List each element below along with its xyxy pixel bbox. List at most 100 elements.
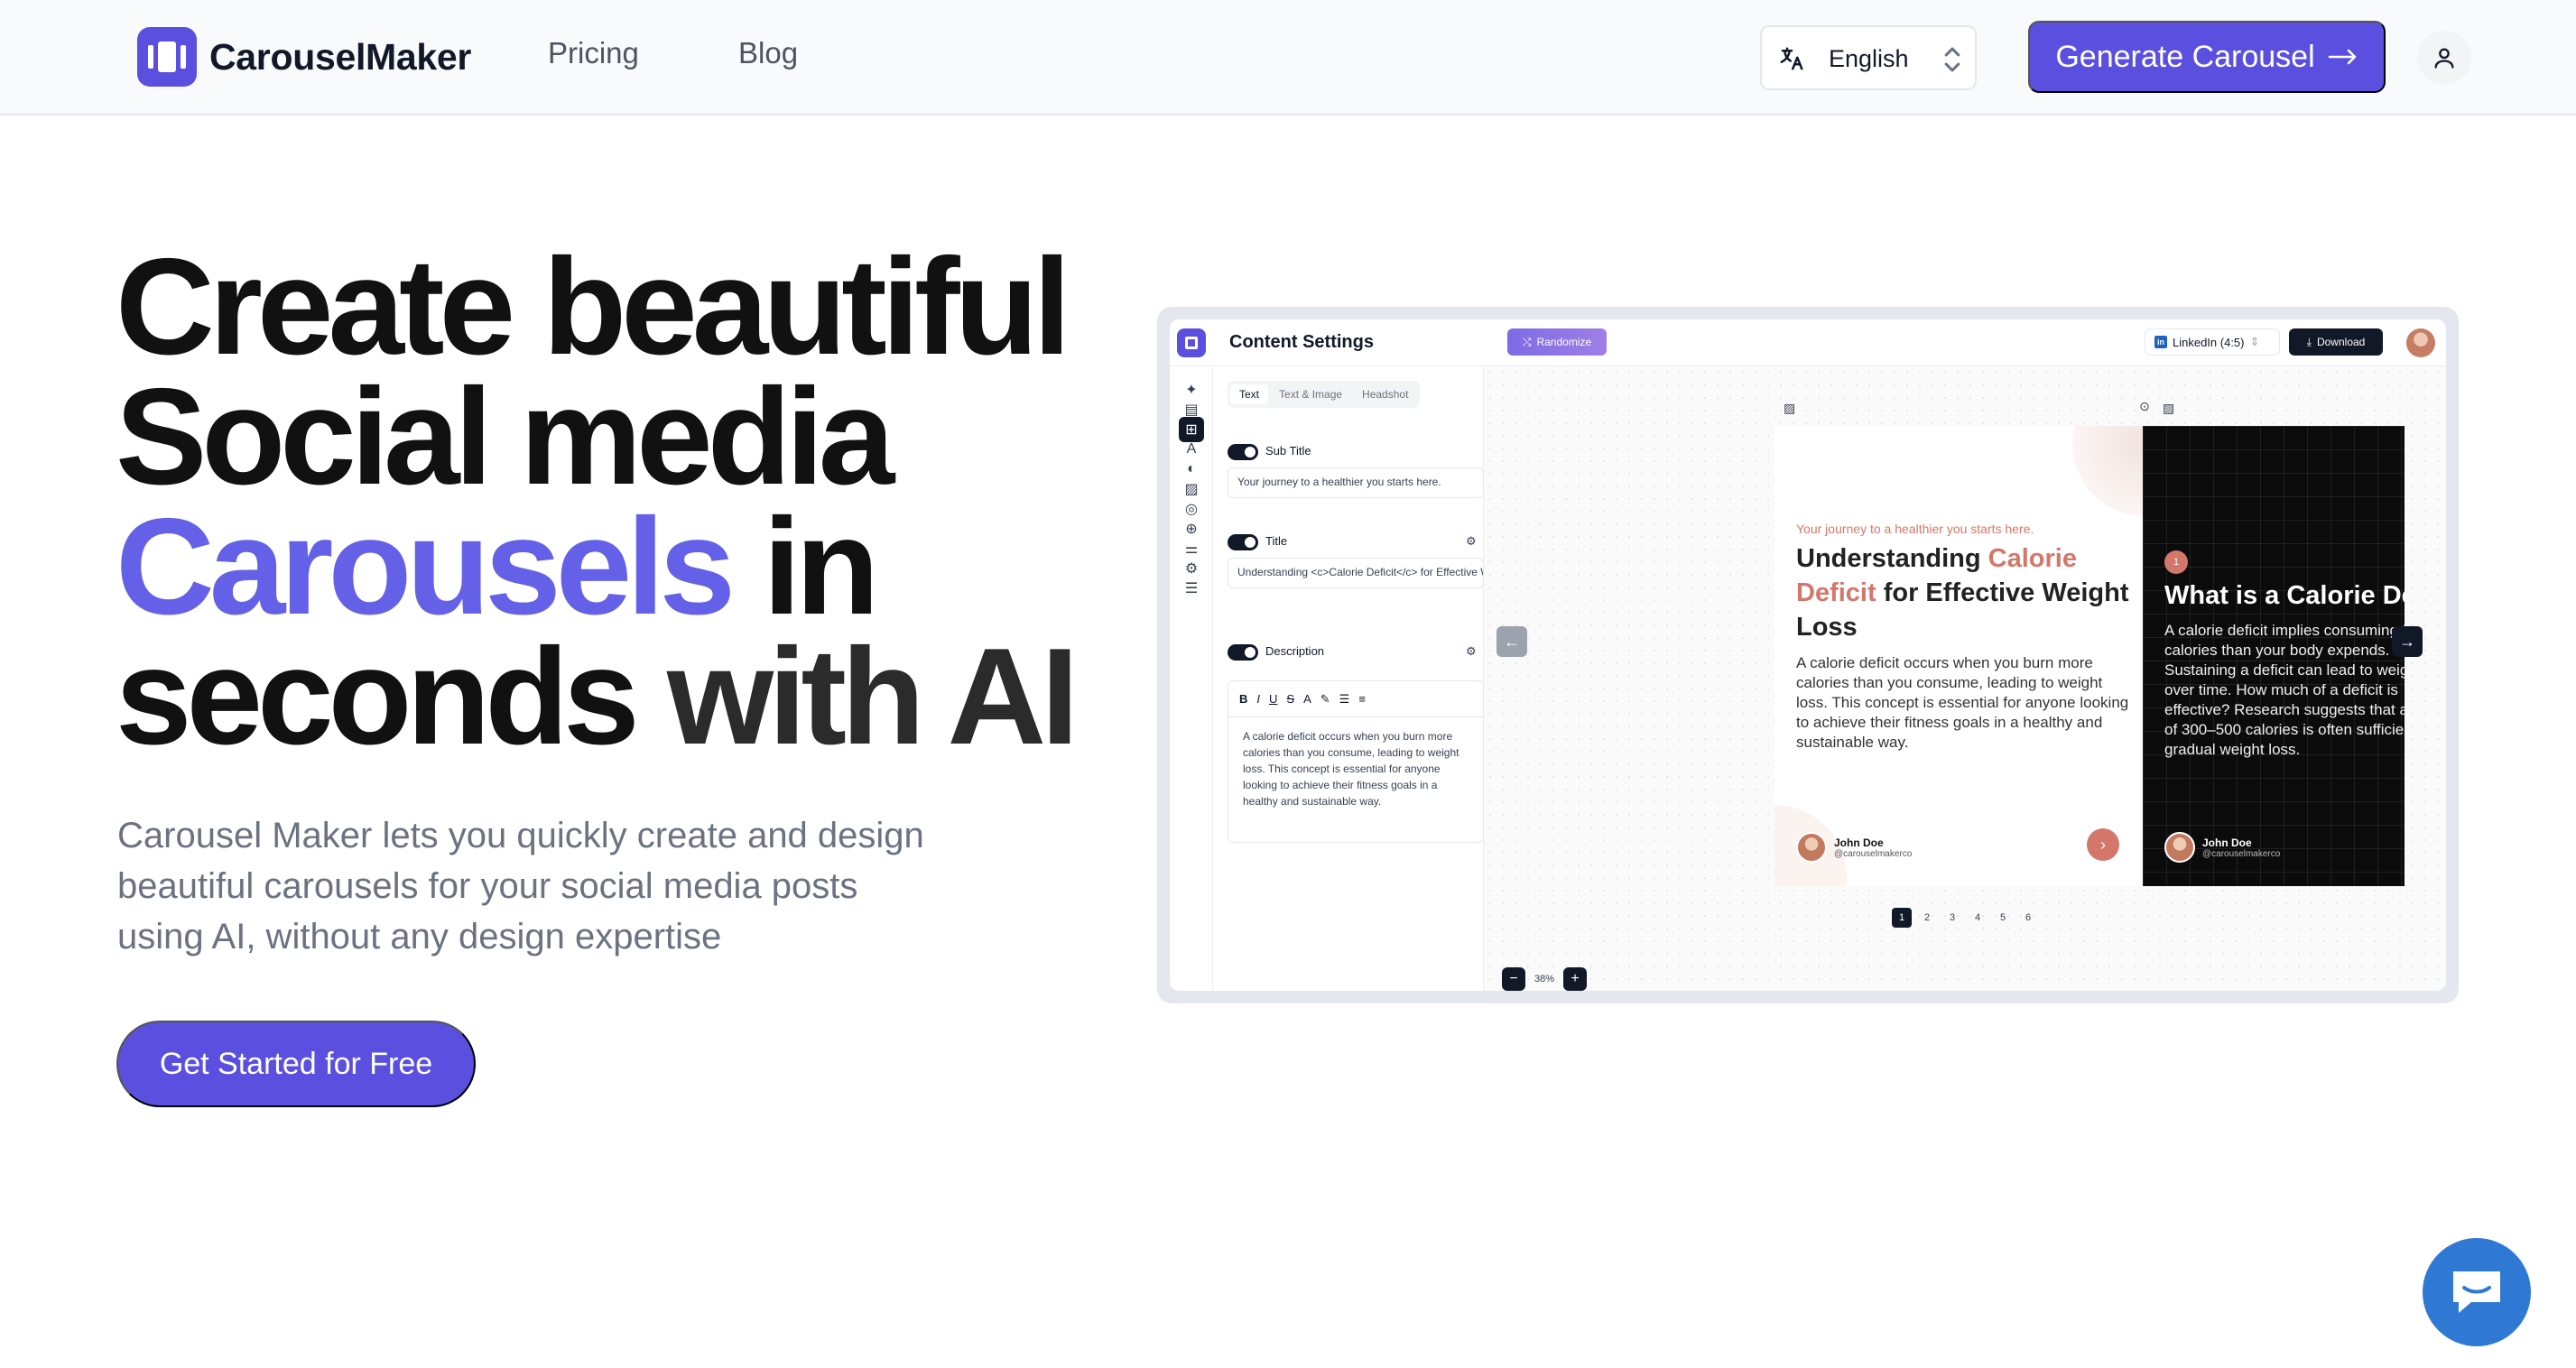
- generate-carousel-label: Generate Carousel: [2055, 39, 2315, 74]
- tab-headshot[interactable]: Headshot: [1353, 384, 1417, 404]
- app-preview: Content Settings ⤭ Randomize in LinkedIn…: [1170, 319, 2446, 991]
- zoom-control: − 38% +: [1502, 967, 1588, 991]
- slide-card-1[interactable]: Your journey to a healthier you starts h…: [1774, 426, 2143, 886]
- bullet-list-icon[interactable]: ☰: [1339, 692, 1350, 707]
- account-button[interactable]: [2417, 31, 2471, 85]
- language-value: English: [1829, 45, 1909, 72]
- brand-name: CarouselMaker: [209, 35, 472, 78]
- editor-title: Content Settings: [1229, 332, 1374, 352]
- zoom-level: 38%: [1534, 974, 1555, 984]
- author-name: John Doe: [2202, 836, 2252, 849]
- format-select[interactable]: in LinkedIn (4:5) ⇕: [2145, 328, 2280, 356]
- slide-subtitle: Your journey to a healthier you starts h…: [1796, 522, 2034, 536]
- next-slide-button[interactable]: →: [2392, 626, 2423, 657]
- slide-number-badge: 1: [2164, 550, 2188, 574]
- hero-heading-line4a: seconds: [116, 620, 667, 773]
- chat-bubble-icon: [2453, 1271, 2500, 1313]
- page-4[interactable]: 4: [1968, 908, 1988, 928]
- nav-pricing-link[interactable]: Pricing: [548, 36, 639, 70]
- author-name: John Doe: [1834, 836, 1884, 849]
- page-2[interactable]: 2: [1917, 908, 1937, 928]
- tab-text[interactable]: Text: [1230, 384, 1269, 404]
- content-settings-panel: Text Text & Image Headshot Sub Title You…: [1213, 366, 1484, 991]
- slide-author: John Doe @carouselmakerco: [2164, 832, 2280, 863]
- chat-widget-button[interactable]: [2423, 1238, 2531, 1346]
- editor-sidebar-rail: ✦ ▤ ⊞ A ◐ ▨ ◎ ⊕ ⚌ ⚙ ☰: [1170, 366, 1213, 991]
- title-toggle[interactable]: [1228, 534, 1258, 550]
- randomize-label: Randomize: [1536, 336, 1592, 348]
- slide-card-2[interactable]: 1 What is a Calorie Deficit? A calorie d…: [2143, 426, 2405, 886]
- title-label: Title: [1265, 534, 1288, 548]
- chevron-up-down-icon: ⇕: [2249, 335, 2260, 348]
- subtitle-input[interactable]: Your journey to a healthier you starts h…: [1228, 467, 1484, 498]
- subtitle-label: Sub Title: [1265, 444, 1311, 458]
- prev-slide-button[interactable]: ←: [1496, 626, 1527, 657]
- subtitle-toggle[interactable]: [1228, 444, 1258, 460]
- translate-icon: [1780, 47, 1803, 70]
- description-label: Description: [1265, 644, 1325, 658]
- top-navbar: CarouselMaker Pricing Blog English Gener…: [0, 0, 2576, 116]
- shuffle-icon: ⤭: [1522, 335, 1532, 348]
- description-text[interactable]: A calorie deficit occurs when you burn m…: [1228, 717, 1483, 820]
- download-button[interactable]: ⤓ Download: [2289, 328, 2383, 356]
- tab-text-image[interactable]: Text & Image: [1270, 384, 1351, 404]
- editor-avatar[interactable]: [2406, 328, 2435, 357]
- slide-author: John Doe @carouselmakerco: [1796, 832, 1912, 863]
- title-input[interactable]: Understanding <c>Calorie Deficit</c> for…: [1228, 558, 1484, 588]
- title-settings-icon[interactable]: ⚙: [1466, 534, 1477, 549]
- pattern-icon[interactable]: ▨: [1784, 401, 1795, 416]
- underline-icon[interactable]: U: [1269, 692, 1277, 706]
- hero-heading: Create beautiful Social media Carousels …: [116, 238, 1108, 765]
- author-handle: @carouselmakerco: [1834, 848, 1913, 859]
- content-tabs: Text Text & Image Headshot: [1228, 381, 1421, 408]
- arrow-right-icon: [2328, 49, 2356, 65]
- slide-description: A calorie deficit occurs when you burn m…: [1796, 654, 2129, 751]
- slide-title: Understanding Calorie Deficit for Effect…: [1796, 541, 2130, 644]
- user-icon: [2434, 48, 2454, 69]
- randomize-button[interactable]: ⤭ Randomize: [1507, 328, 1607, 356]
- chevron-up-down-icon: [1944, 47, 1960, 72]
- description-settings-icon[interactable]: ⚙: [1466, 644, 1477, 659]
- author-handle: @carouselmakerco: [2202, 848, 2281, 859]
- download-label: Download: [2316, 336, 2366, 348]
- list-icon[interactable]: ☰: [1179, 576, 1204, 601]
- slide-next-arrow-icon: ›: [2087, 828, 2119, 861]
- numbered-list-icon[interactable]: ≡: [1358, 692, 1366, 706]
- editor-logo-icon: [1177, 328, 1206, 357]
- slide-title: What is a Calorie Deficit?: [2164, 581, 2405, 610]
- description-editor[interactable]: B I U S A ✎ ☰ ≡ A calorie deficit occurs…: [1228, 680, 1484, 843]
- slide-canvas: ← ▨ ⊙ ▨ Your journey to a healthier you …: [1484, 366, 2446, 991]
- italic-icon[interactable]: I: [1256, 692, 1260, 706]
- avatar: [1796, 832, 1827, 863]
- brand-logo[interactable]: CarouselMaker: [137, 27, 471, 87]
- pattern-icon[interactable]: ▨: [2163, 401, 2174, 416]
- highlight-icon[interactable]: ✎: [1320, 692, 1330, 707]
- hero-subtitle: Carousel Maker lets you quickly create a…: [117, 816, 924, 957]
- page-5[interactable]: 5: [1993, 908, 2013, 928]
- linkedin-icon: in: [2154, 336, 2167, 348]
- zoom-in-button[interactable]: +: [1563, 967, 1588, 991]
- page-1[interactable]: 1: [1892, 908, 1912, 928]
- format-value: LinkedIn (4:5): [2173, 335, 2245, 349]
- generate-carousel-button[interactable]: Generate Carousel: [2028, 21, 2386, 93]
- target-icon[interactable]: ⊙: [2139, 399, 2150, 414]
- language-select[interactable]: English: [1760, 25, 1977, 90]
- text-color-icon[interactable]: A: [1303, 692, 1311, 706]
- zoom-out-button[interactable]: −: [1502, 967, 1525, 991]
- carousel-logo-icon: [137, 27, 197, 87]
- slide-description: A calorie deficit implies consuming fewe…: [2164, 622, 2405, 758]
- rich-text-toolbar: B I U S A ✎ ☰ ≡: [1228, 681, 1483, 717]
- slide-title-a: Understanding: [1796, 544, 1988, 573]
- nav-blog-link[interactable]: Blog: [738, 36, 798, 70]
- download-icon: ⤓: [2306, 335, 2312, 348]
- description-toggle[interactable]: [1228, 644, 1258, 661]
- page-6[interactable]: 6: [2018, 908, 2038, 928]
- hero-heading-line4b: with AI: [666, 620, 1080, 773]
- slide-pagination: 1 2 3 4 5 6: [1892, 908, 2038, 928]
- strikethrough-icon[interactable]: S: [1286, 692, 1294, 706]
- bold-icon[interactable]: B: [1239, 692, 1247, 706]
- page-3[interactable]: 3: [1942, 908, 1962, 928]
- get-started-button[interactable]: Get Started for Free: [116, 1021, 476, 1107]
- editor-toolbar: Content Settings ⤭ Randomize in LinkedIn…: [1170, 319, 2446, 366]
- avatar: [2164, 832, 2195, 863]
